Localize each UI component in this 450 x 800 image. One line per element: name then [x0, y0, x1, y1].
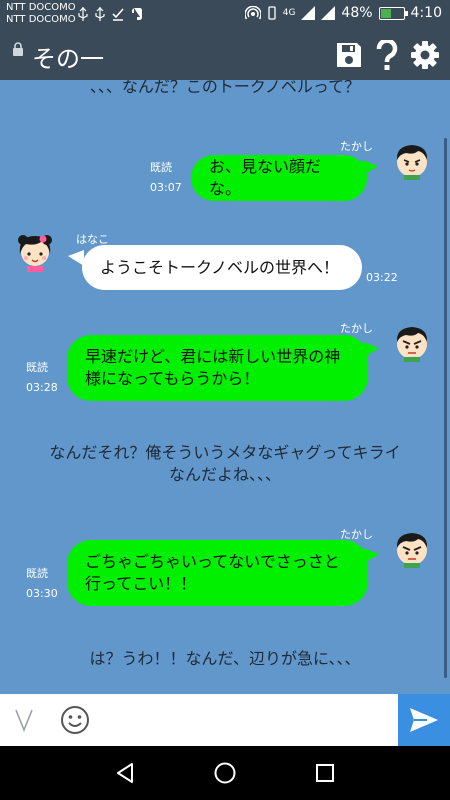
- help-icon: [376, 40, 398, 70]
- lock-icon: [13, 42, 23, 56]
- sender-name: たかし: [340, 140, 373, 153]
- battery-percent: 48%: [341, 5, 373, 21]
- recents-button[interactable]: [312, 760, 338, 786]
- save-button[interactable]: [334, 40, 364, 70]
- bubble-line: ごちゃごちゃいってないでさっさと: [85, 552, 340, 571]
- chat-bubble[interactable]: ごちゃごちゃいってないでさっさと 行ってこい！！: [67, 540, 368, 606]
- gear-icon: [411, 41, 439, 69]
- usb-icon-2: [95, 7, 105, 21]
- clock: 4:10: [410, 5, 442, 21]
- back-button[interactable]: [112, 760, 138, 786]
- narration-text: 、、、なんだ？このトークノベルって？: [89, 80, 361, 96]
- page-title: その一: [32, 45, 104, 73]
- notification-icons: [78, 7, 143, 21]
- status-bar: NTT DOCOMO NTT DOCOMO 4G 48% 4:10: [0, 0, 450, 30]
- narration-line: なんだそれ？俺そういうメタなギャグってキライ: [49, 443, 401, 462]
- chat-area[interactable]: 、、、なんだ？このトークノベルって？ たかし お、見ない顔だな。 既読 03:0…: [0, 80, 450, 694]
- boy-angry-avatar-icon: [396, 533, 428, 568]
- battery-icon: [378, 6, 408, 20]
- read-receipt: 既読: [26, 567, 48, 580]
- evernote-icon: [132, 8, 142, 20]
- usb-icon: [78, 7, 88, 21]
- navigation-bar: [0, 746, 450, 800]
- avatar-takashi[interactable]: [392, 528, 432, 568]
- narration-text: なんだそれ？俺そういうメタなギャグってキライ なんだよね、、、: [0, 442, 450, 486]
- network-type: 4G: [282, 8, 296, 18]
- recents-square-icon: [316, 764, 334, 782]
- narration-text: は？うわ！！なんだ、辺りが急に、、、: [89, 649, 361, 668]
- carrier-line-1: NTT DOCOMO: [6, 2, 76, 13]
- message-time: 03:30: [26, 587, 58, 600]
- carrier-line-2: NTT DOCOMO: [6, 14, 76, 25]
- narration-line: なんだよね、、、: [168, 465, 281, 484]
- expand-button[interactable]: [12, 706, 36, 734]
- help-button[interactable]: [372, 40, 402, 70]
- carrier-label: NTT DOCOMO NTT DOCOMO: [6, 2, 76, 26]
- read-receipt: 既読: [26, 361, 48, 374]
- message-time: 03:28: [26, 381, 58, 394]
- chat-bubble[interactable]: ようこそトークノベルの世界へ！: [82, 245, 362, 290]
- message-time: 03:07: [150, 181, 182, 194]
- avatar-takashi[interactable]: [392, 322, 432, 362]
- message-meta: 既読 03:07: [150, 160, 182, 196]
- boy-avatar-icon: [396, 145, 428, 180]
- input-bar: [0, 694, 450, 746]
- message-input[interactable]: [96, 700, 396, 740]
- avatar-takashi[interactable]: [392, 140, 432, 180]
- vibrate-icon: [268, 6, 276, 20]
- message-meta: 既読 03:28: [26, 360, 58, 396]
- message-time: 03:22: [366, 271, 398, 284]
- app-bar: その一: [0, 30, 450, 80]
- boy-angry-avatar-icon: [396, 327, 428, 362]
- bubble-line: 早速だけど、君には新しい世界の神: [85, 347, 341, 366]
- send-button[interactable]: [398, 694, 450, 746]
- read-receipt: 既読: [150, 161, 172, 174]
- scrollbar[interactable]: [444, 138, 447, 678]
- smiley-icon: [61, 706, 89, 734]
- home-circle-icon: [214, 762, 236, 784]
- chat-bubble[interactable]: お、見ない顔だな。: [191, 155, 367, 201]
- signal-icon-2: [321, 6, 336, 20]
- download-done-icon: [112, 8, 124, 21]
- send-icon: [410, 708, 438, 732]
- bubble-line: 行ってこい！！: [85, 574, 197, 593]
- chevron-down-icon: [15, 709, 33, 733]
- system-status: 4G 48% 4:10: [244, 5, 442, 21]
- home-button[interactable]: [212, 760, 238, 786]
- signal-icon: [301, 6, 316, 20]
- girl-avatar-icon: [18, 235, 52, 272]
- sender-name: たかし: [340, 322, 373, 335]
- emoji-button[interactable]: [60, 705, 90, 735]
- hotspot-icon: [244, 6, 261, 20]
- save-icon: [337, 43, 361, 67]
- message-meta: 既読 03:30: [26, 566, 58, 602]
- chat-bubble[interactable]: 早速だけど、君には新しい世界の神 様になってもらうから！: [67, 335, 368, 401]
- battery-fill: [380, 8, 391, 18]
- settings-button[interactable]: [410, 40, 440, 70]
- avatar-hanako[interactable]: [14, 230, 56, 272]
- bubble-line: 様になってもらうから！: [85, 369, 260, 388]
- back-triangle-icon: [117, 763, 133, 783]
